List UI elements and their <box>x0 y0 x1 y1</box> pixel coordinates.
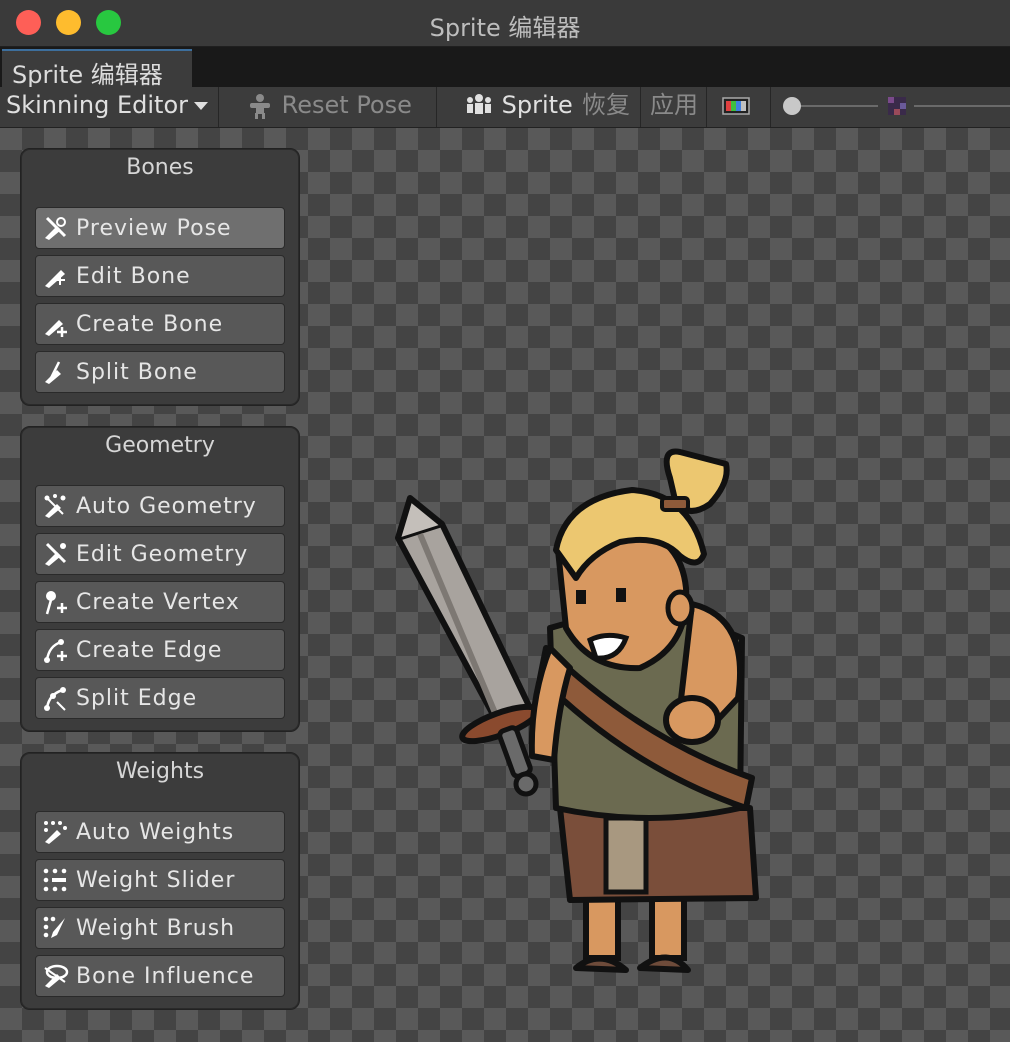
mode-dropdown-label: Skinning Editor <box>6 91 188 119</box>
toolbar-divider <box>706 87 707 127</box>
edit-bone-label: Edit Bone <box>76 263 191 289</box>
auto-geometry-label: Auto Geometry <box>76 493 257 519</box>
geometry-panel-title: Geometry <box>105 433 215 458</box>
preview-pose-icon <box>40 213 70 243</box>
revert-button[interactable]: 恢复 <box>582 87 630 127</box>
split-bone-icon <box>40 357 70 387</box>
auto-weights-button[interactable]: Auto Weights <box>35 811 285 853</box>
edit-geometry-button[interactable]: Edit Geometry <box>35 533 285 575</box>
editor-toolbar: Skinning Editor Reset Pose Sprite 恢复 应用 <box>0 87 1010 128</box>
apply-button[interactable]: 应用 <box>650 87 698 127</box>
weight-brush-icon <box>40 913 70 943</box>
auto-geometry-icon <box>40 491 70 521</box>
window-title: Sprite 编辑器 <box>429 14 581 42</box>
opacity-slider-track <box>783 97 878 115</box>
auto-weights-label: Auto Weights <box>76 819 235 845</box>
weight-brush-button[interactable]: Weight Brush <box>35 907 285 949</box>
preview-pose-button[interactable]: Preview Pose <box>35 207 285 249</box>
edit-bone-icon <box>40 261 70 291</box>
pixel-size-slider[interactable] <box>886 87 1010 127</box>
create-edge-button[interactable]: Create Edge <box>35 629 285 671</box>
edit-geometry-label: Edit Geometry <box>76 541 249 567</box>
edit-geometry-icon <box>40 539 70 569</box>
weight-brush-label: Weight Brush <box>76 915 236 941</box>
weight-slider-button[interactable]: Weight Slider <box>35 859 285 901</box>
tab-sprite-editor[interactable]: Sprite 编辑器 <box>2 49 192 89</box>
preview-pose-label: Preview Pose <box>76 215 232 241</box>
tab-strip: Sprite 编辑器 <box>0 47 1010 89</box>
create-bone-icon <box>40 309 70 339</box>
sword-sprite <box>395 495 541 797</box>
sprite-label: Sprite <box>501 91 573 119</box>
weights-panel: Weights Auto Weights Weight Slider Weigh… <box>20 752 300 1010</box>
geometry-panel: Geometry Auto Geometry Edit Geometry Cre… <box>20 426 300 732</box>
bone-influence-label: Bone Influence <box>76 963 255 989</box>
bone-influence-button[interactable]: Bone Influence <box>35 955 285 997</box>
create-bone-button[interactable]: Create Bone <box>35 303 285 345</box>
split-bone-button[interactable]: Split Bone <box>35 351 285 393</box>
toolbar-divider <box>218 87 219 127</box>
sprite-character-icon <box>467 94 491 114</box>
weights-panel-title: Weights <box>115 759 205 784</box>
bone-influence-icon <box>40 961 70 991</box>
window-titlebar: Sprite 编辑器 <box>0 0 1010 47</box>
create-vertex-icon <box>40 587 70 617</box>
reset-pose-button[interactable]: Reset Pose <box>246 87 412 127</box>
reset-pose-label: Reset Pose <box>281 91 412 119</box>
create-edge-icon <box>40 635 70 665</box>
rgb-color-icon <box>722 97 750 115</box>
toolbar-divider <box>640 87 641 127</box>
chevron-down-icon <box>194 102 208 110</box>
toolbar-divider <box>436 87 437 127</box>
bones-panel: Bones Preview Pose Edit Bone Create Bone… <box>20 148 300 406</box>
bones-panel-title: Bones <box>126 155 194 180</box>
split-edge-icon <box>40 683 70 713</box>
sprite-canvas[interactable]: Bones Preview Pose Edit Bone Create Bone… <box>0 128 1010 1042</box>
pixelated-image-icon <box>888 97 1010 115</box>
edit-bone-button[interactable]: Edit Bone <box>35 255 285 297</box>
auto-weights-icon <box>40 817 70 847</box>
mode-dropdown[interactable]: Skinning Editor <box>6 87 208 127</box>
opacity-slider[interactable] <box>780 87 880 127</box>
create-bone-label: Create Bone <box>76 311 224 337</box>
auto-geometry-button[interactable]: Auto Geometry <box>35 485 285 527</box>
character-sprite[interactable] <box>380 438 760 978</box>
split-bone-label: Split Bone <box>76 359 198 385</box>
pose-figure-icon <box>250 94 270 119</box>
create-vertex-label: Create Vertex <box>76 589 240 615</box>
create-vertex-button[interactable]: Create Vertex <box>35 581 285 623</box>
sprite-visibility-button[interactable]: Sprite <box>464 87 573 127</box>
split-edge-label: Split Edge <box>76 685 198 711</box>
color-toggle-button[interactable] <box>722 87 750 127</box>
toolbar-divider <box>770 87 771 127</box>
split-edge-button[interactable]: Split Edge <box>35 677 285 719</box>
weight-slider-icon <box>40 865 70 895</box>
weight-slider-label: Weight Slider <box>76 867 236 893</box>
create-edge-label: Create Edge <box>76 637 223 663</box>
